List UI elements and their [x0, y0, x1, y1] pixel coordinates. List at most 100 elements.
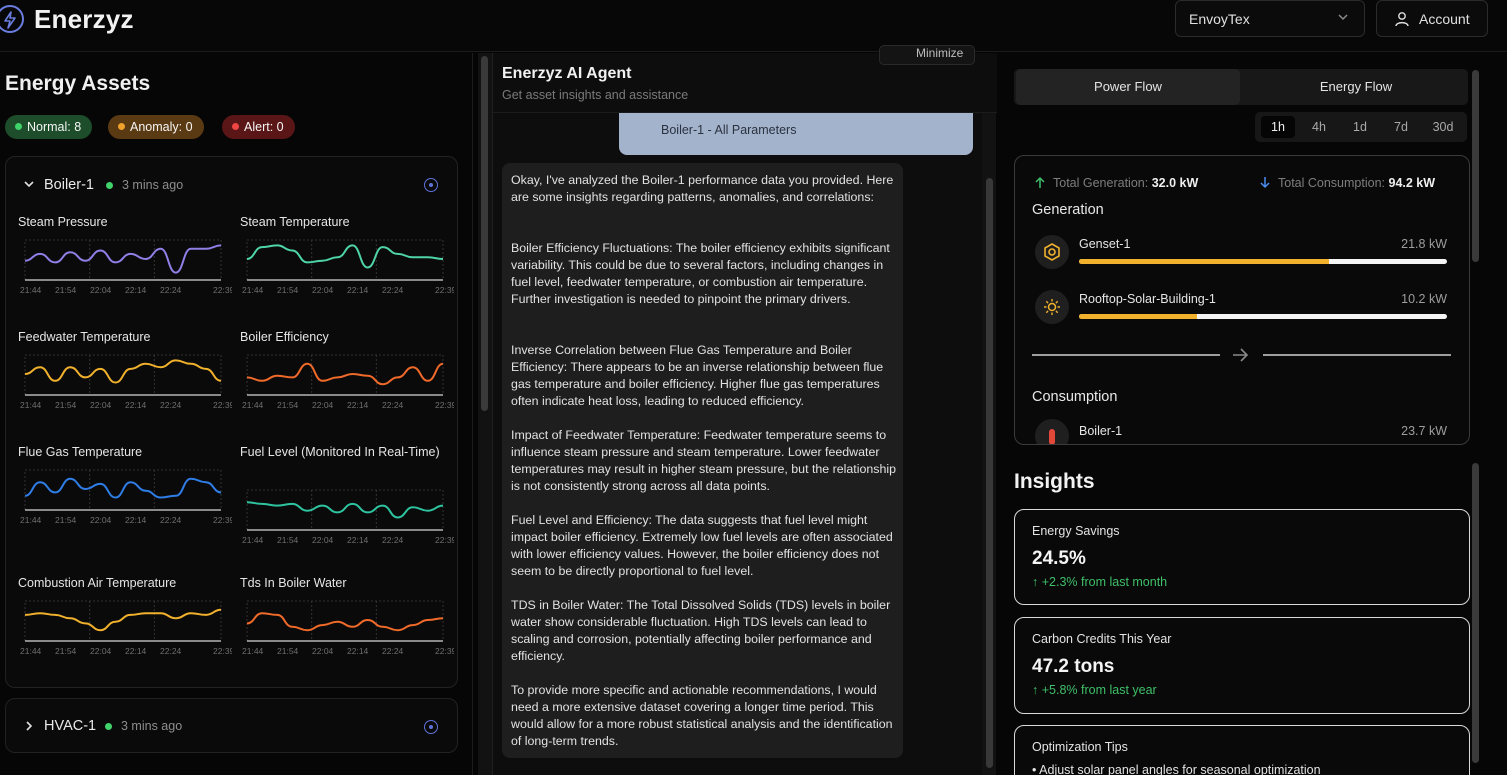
arrow-right-icon	[1231, 346, 1249, 369]
time-tick-label: 22:14	[125, 646, 147, 656]
time-tick-label: 22:24	[160, 646, 182, 656]
time-tick-label: 21:54	[55, 646, 77, 656]
response-paragraph: Okay, I've analyzed the Boiler-1 perform…	[511, 173, 894, 204]
locate-target-icon[interactable]	[424, 178, 438, 192]
sparkline-chart: 21:44 21:54 22:04 22:14 22:24 22:39	[242, 239, 454, 295]
time-tick-label: 22:24	[382, 285, 404, 295]
orange-dot-icon	[118, 123, 125, 130]
asset-name[interactable]: Boiler-1	[44, 177, 94, 193]
boiler-icon	[1035, 419, 1069, 444]
time-tick-label: 21:44	[20, 646, 42, 656]
status-badge-anomaly[interactable]: Anomaly: 0	[108, 115, 204, 139]
tab-power-flow[interactable]: Power Flow	[1016, 69, 1240, 105]
status-dot-icon	[105, 723, 112, 730]
flow-insights-panel: Power Flow Energy Flow 1h 4h 1d 7d 30d T…	[997, 53, 1507, 775]
range-option-1h[interactable]: 1h	[1261, 116, 1295, 138]
badge-label: Alert: 0	[244, 120, 284, 134]
scrollbar-thumb[interactable]	[1472, 463, 1479, 763]
time-tick-label: 21:44	[242, 285, 264, 295]
scrollbar-thumb[interactable]	[986, 178, 993, 768]
hexagon-icon	[1035, 235, 1069, 269]
time-range-selector: 1h 4h 1d 7d 30d	[1255, 112, 1467, 142]
flow-divider-line	[1032, 354, 1220, 356]
insight-card-optimization-tips: Optimization Tips • Adjust solar panel a…	[1014, 725, 1470, 775]
generation-source-value: 21.8 kW	[1401, 237, 1447, 251]
generation-source-value: 10.2 kW	[1401, 292, 1447, 306]
assets-scrollbar[interactable]	[478, 53, 492, 775]
chevron-down-icon[interactable]	[22, 177, 36, 196]
panel-title: Energy Assets	[5, 72, 151, 95]
insight-label: Energy Savings	[1032, 524, 1120, 538]
time-tick-label: 22:04	[90, 515, 112, 525]
locate-target-icon[interactable]	[424, 720, 438, 734]
generation-bar-track	[1079, 314, 1447, 319]
time-tick-label: 22:04	[90, 285, 112, 295]
range-option-4h[interactable]: 4h	[1303, 116, 1335, 138]
total-generation-value: 32.0 kW	[1151, 176, 1199, 190]
consumption-source-name: Boiler-1	[1079, 424, 1123, 438]
sparkline-chart: 21:44 21:54 22:04 22:14 22:24 22:39	[242, 354, 454, 410]
chevron-right-icon[interactable]	[22, 719, 36, 738]
chart-label: Combustion Air Temperature	[18, 576, 177, 590]
time-tick-label: 21:44	[242, 400, 264, 410]
sparkline-chart: 21:44 21:54 22:04 22:14 22:24 22:39	[242, 600, 454, 656]
user-icon	[1394, 11, 1410, 32]
range-option-1d[interactable]: 1d	[1345, 116, 1375, 138]
insight-label: Optimization Tips	[1032, 740, 1128, 754]
minimize-button[interactable]: Minimize	[879, 45, 975, 65]
flow-divider-line	[1263, 354, 1451, 356]
chart-label: Steam Temperature	[240, 215, 350, 229]
status-badge-alert[interactable]: Alert: 0	[222, 115, 295, 139]
organization-select[interactable]: EnvoyTex	[1175, 0, 1365, 37]
sparkline-series	[24, 608, 222, 632]
flow-scrollbar[interactable]	[1471, 67, 1481, 439]
tab-energy-flow[interactable]: Energy Flow	[1246, 69, 1466, 105]
status-badge-normal[interactable]: Normal: 8	[5, 115, 93, 139]
asset-card-boiler-1: Boiler-1 3 mins ago Steam Pressure 21:44 2…	[5, 156, 458, 688]
scrollbar-thumb[interactable]	[1472, 70, 1479, 262]
time-tick-label: 21:54	[277, 646, 299, 656]
time-tick-label: 22:14	[125, 285, 147, 295]
time-tick-label: 22:14	[347, 285, 369, 295]
response-paragraph: Fuel Level and Efficiency: The data sugg…	[511, 513, 893, 578]
chart-label: Tds In Boiler Water	[240, 576, 347, 590]
agent-header: Minimize Enerzyz AI Agent Get asset insi…	[493, 45, 997, 113]
time-tick-label: 21:54	[277, 535, 299, 545]
time-tick-label: 21:54	[55, 285, 77, 295]
time-tick-label: 22:24	[160, 400, 182, 410]
range-option-30d[interactable]: 30d	[1425, 116, 1461, 138]
time-tick-label: 22:14	[347, 646, 369, 656]
time-tick-label: 22:04	[312, 646, 334, 656]
sparkline-series	[24, 477, 222, 499]
time-tick-label: 22:24	[382, 400, 404, 410]
chat-scrollbar[interactable]	[982, 113, 996, 775]
organization-select-value: EnvoyTex	[1189, 11, 1250, 27]
scrollbar-thumb[interactable]	[481, 56, 488, 411]
time-tick-label: 22:24	[382, 535, 404, 545]
total-generation: Total Generation: 32.0 kW	[1053, 176, 1198, 190]
time-tick-label: 22:24	[160, 515, 182, 525]
sparkline-series	[24, 359, 222, 384]
insight-label: Carbon Credits This Year	[1032, 632, 1172, 646]
response-paragraph: To provide more specific and actionable …	[511, 683, 893, 748]
asset-name[interactable]: HVAC-1	[44, 718, 96, 734]
generation-bar-fill	[1079, 259, 1330, 264]
ai-agent-panel: Minimize Enerzyz AI Agent Get asset insi…	[492, 45, 997, 775]
range-option-7d[interactable]: 7d	[1385, 116, 1417, 138]
insight-value: 24.5%	[1032, 548, 1086, 569]
time-tick-label: 22:04	[90, 400, 112, 410]
insights-scrollbar[interactable]	[1471, 457, 1481, 775]
time-tick-label: 22:14	[125, 515, 147, 525]
lightning-logo-icon	[0, 5, 24, 33]
sparkline-series	[246, 501, 444, 519]
optimization-tip: • Adjust solar panel angles for seasonal…	[1032, 763, 1321, 775]
asset-updated-time: 3 mins ago	[121, 719, 183, 733]
response-paragraph: Inverse Correlation between Flue Gas Tem…	[511, 343, 884, 408]
time-tick-label: 22:39	[213, 646, 232, 656]
asset-card-hvac-1[interactable]: HVAC-1 3 mins ago	[5, 698, 458, 753]
time-tick-label: 22:39	[213, 515, 232, 525]
insight-card-energy-savings: Energy Savings 24.5% ↑ +2.3% from last m…	[1014, 509, 1470, 605]
time-tick-label: 21:54	[55, 515, 77, 525]
account-button[interactable]: Account	[1376, 0, 1488, 37]
asset-updated-time: 3 mins ago	[122, 178, 184, 192]
